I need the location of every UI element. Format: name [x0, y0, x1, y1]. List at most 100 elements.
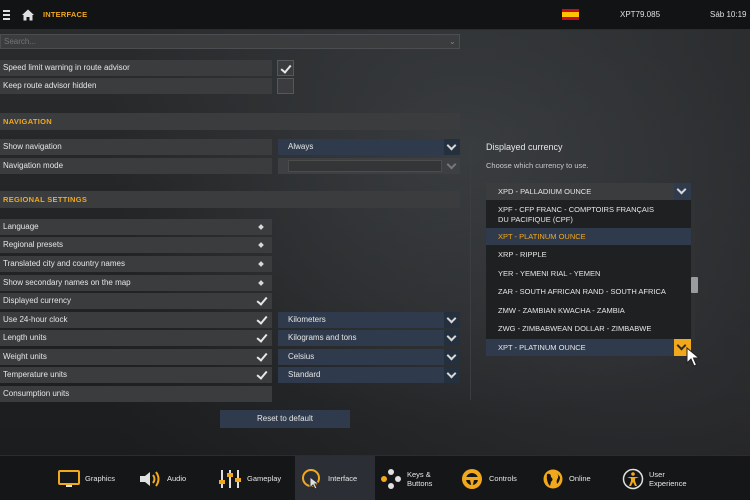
currency-dropdown-list: XPF - CFP FRANC - COMPTOIRS FRANÇAIS DU …: [486, 200, 691, 339]
setting-label: Keep route advisor hidden: [3, 81, 97, 90]
setting-temperature-units: Temperature units: [0, 367, 272, 383]
displayed-currency-check-icon[interactable]: [254, 293, 271, 309]
setting-navigation-mode: Navigation mode: [0, 158, 272, 174]
tab-graphics[interactable]: Graphics: [58, 456, 115, 500]
keep-advisor-hidden-checkbox[interactable]: [277, 78, 294, 94]
currency-scrollbar[interactable]: [692, 200, 695, 340]
setting-label: Regional presets: [3, 240, 64, 249]
setting-speed-limit-warning: Speed limit warning in route advisor: [0, 60, 272, 76]
currency-option-xpf-2[interactable]: DU PACIFIQUE (CPF): [486, 215, 691, 224]
setting-label: Weight units: [3, 352, 47, 361]
currency-panel-subtitle: Choose which currency to use.: [486, 161, 589, 170]
clock-24-check-icon[interactable]: [254, 312, 271, 328]
tab-label: Keys & Buttons: [407, 470, 432, 488]
currency-dropdown-head[interactable]: XPD - PALLADIUM OUNCE: [486, 183, 691, 200]
setting-keep-advisor-hidden: Keep route advisor hidden: [0, 78, 272, 94]
setting-24-hour-clock: Use 24-hour clock: [0, 312, 272, 328]
setting-regional-presets[interactable]: Regional presets: [0, 237, 272, 253]
currency-panel-title: Displayed currency: [486, 142, 563, 152]
length-units-check-icon[interactable]: [254, 330, 271, 346]
setting-displayed-currency: Displayed currency: [0, 293, 272, 309]
currency-option-xrp[interactable]: XRP - RIPPLE: [486, 250, 691, 259]
currency-option: XPD - PALLADIUM OUNCE: [498, 187, 592, 196]
diamond-icon: [258, 261, 264, 267]
temperature-units-check-icon[interactable]: [254, 367, 271, 383]
tab-label: Online: [569, 474, 591, 483]
setting-label: Displayed currency: [3, 296, 72, 305]
search-chevron-icon: ⌄: [449, 37, 456, 46]
tab-label-line: User: [649, 469, 665, 479]
tab-keys-buttons[interactable]: Keys & Buttons: [380, 456, 432, 500]
menu-icon[interactable]: [3, 9, 13, 20]
currency-selected-value[interactable]: XPT - PLATINUM OUNCE: [486, 339, 691, 356]
tab-label-line: Experience: [649, 478, 687, 488]
home-icon[interactable]: [21, 8, 35, 22]
setting-label: Use 24-hour clock: [3, 315, 68, 324]
reset-to-default-button[interactable]: Reset to default: [220, 410, 350, 428]
tab-interface[interactable]: Interface: [295, 456, 375, 500]
setting-secondary-names[interactable]: Show secondary names on the map: [0, 275, 272, 291]
gamepad-buttons-icon: [381, 468, 401, 489]
select-value: Kilograms and tons: [288, 333, 357, 342]
speed-limit-checkbox[interactable]: [277, 60, 294, 76]
tab-label: Graphics: [85, 474, 116, 483]
tab-gameplay[interactable]: Gameplay: [218, 456, 281, 500]
select-value: Standard: [288, 370, 321, 379]
speaker-icon: [140, 470, 160, 487]
diamond-icon: [258, 242, 264, 248]
setting-show-navigation: Show navigation: [0, 139, 272, 155]
show-navigation-select[interactable]: Always: [278, 139, 460, 155]
tab-label: Controls: [489, 474, 517, 483]
tab-label: Interface: [328, 474, 358, 483]
setting-label: Navigation mode: [3, 161, 64, 170]
consumption-units-select[interactable]: Standard: [278, 367, 460, 383]
chevron-down-icon: [446, 140, 457, 151]
currency-option-yer[interactable]: YER - YEMENI RIAL - YEMEN: [486, 269, 691, 278]
chevron-down-icon: [676, 184, 687, 195]
monitor-icon: [58, 469, 80, 487]
tab-audio[interactable]: Audio: [138, 456, 186, 500]
tab-controls[interactable]: Controls: [460, 456, 517, 500]
setting-label: Temperature units: [3, 370, 68, 379]
temperature-units-select[interactable]: Celsius: [278, 349, 460, 365]
currency-option-zmw[interactable]: ZMW - ZAMBIAN KWACHA - ZAMBIA: [486, 306, 691, 315]
setting-language[interactable]: Language: [0, 219, 272, 235]
accessibility-icon: [622, 468, 644, 489]
panel-divider: [470, 138, 471, 400]
chevron-down-icon: [446, 313, 457, 324]
weight-units-check-icon[interactable]: [254, 349, 271, 365]
select-value: Celsius: [288, 352, 315, 361]
setting-translated-names[interactable]: Translated city and country names: [0, 256, 272, 272]
chevron-down-icon: [446, 331, 457, 342]
navigation-mode-select[interactable]: [278, 158, 460, 174]
length-units-select[interactable]: Kilometers: [278, 312, 460, 328]
mouse-cursor-icon: [686, 347, 700, 367]
currency-option-xpf-1[interactable]: XPF - CFP FRANC - COMPTOIRS FRANÇAIS: [486, 205, 691, 214]
diamond-icon: [258, 280, 264, 286]
setting-weight-units: Weight units: [0, 349, 272, 365]
tab-online[interactable]: Online: [542, 456, 591, 500]
setting-label: Show secondary names on the map: [3, 278, 131, 287]
search-input[interactable]: [0, 34, 460, 49]
chevron-down-icon: [446, 159, 457, 170]
breadcrumb: INTERFACE: [43, 10, 88, 19]
game-clock: Sáb 10:19: [710, 10, 747, 19]
selected-currency-label: XPT - PLATINUM OUNCE: [498, 343, 586, 352]
diamond-icon: [258, 224, 264, 230]
setting-label: Translated city and country names: [3, 259, 125, 268]
weight-units-select[interactable]: Kilograms and tons: [278, 330, 460, 346]
currency-option-zar[interactable]: ZAR - SOUTH AFRICAN RAND - SOUTH AFRICA: [486, 287, 691, 296]
steering-wheel-icon: [462, 468, 482, 489]
chevron-down-icon: [676, 340, 687, 351]
tab-user-experience[interactable]: User Experience: [622, 456, 687, 500]
setting-label: Length units: [3, 333, 47, 342]
chevron-down-icon: [446, 350, 457, 361]
section-navigation: NAVIGATION: [0, 113, 460, 130]
currency-scrollbar-thumb[interactable]: [691, 277, 698, 293]
pointer-icon: [302, 468, 321, 490]
tab-label: Audio: [167, 474, 187, 483]
currency-option-xpt[interactable]: XPT - PLATINUM OUNCE: [486, 228, 691, 245]
tab-label: Gameplay: [247, 474, 282, 483]
tab-label-line: Keys &: [407, 469, 431, 479]
currency-option-zwg[interactable]: ZWG - ZIMBABWEAN DOLLAR - ZIMBABWE: [486, 324, 691, 333]
